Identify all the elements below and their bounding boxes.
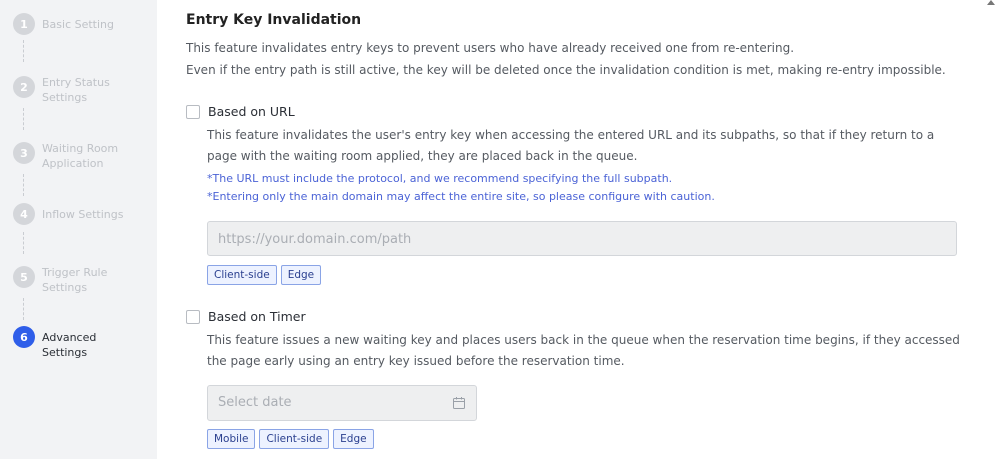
step-number: 3 bbox=[13, 142, 35, 164]
step-number: 1 bbox=[13, 13, 35, 35]
url-checkbox[interactable] bbox=[186, 104, 200, 119]
step-trigger-rule[interactable]: 5 Trigger Rule Settings bbox=[13, 265, 122, 295]
step-connector bbox=[23, 108, 24, 130]
step-number: 2 bbox=[13, 76, 35, 98]
step-label: Waiting Room Application bbox=[42, 142, 119, 170]
url-option-row[interactable]: Based on URL bbox=[186, 104, 295, 119]
step-label: Basic Setting bbox=[42, 18, 115, 31]
scroll-up-icon[interactable] bbox=[987, 0, 995, 5]
url-input[interactable]: https://your.domain.com/path bbox=[207, 221, 957, 256]
url-platform-tags: Client-side Edge bbox=[207, 265, 322, 285]
tag-client-side: Client-side bbox=[259, 429, 330, 449]
url-note: *Entering only the main domain may affec… bbox=[207, 190, 715, 203]
section-title: Entry Key Invalidation bbox=[186, 12, 362, 28]
step-connector bbox=[23, 40, 24, 62]
step-number: 5 bbox=[13, 266, 35, 288]
section-description: Even if the entry path is still active, … bbox=[186, 63, 946, 77]
section-description: This feature invalidates entry keys to p… bbox=[186, 41, 795, 55]
timer-option-row[interactable]: Based on Timer bbox=[186, 309, 306, 324]
step-label: Trigger Rule Settings bbox=[42, 266, 108, 294]
step-connector bbox=[23, 298, 24, 320]
step-advanced-settings[interactable]: 6 Advanced Settings bbox=[13, 326, 142, 360]
calendar-icon[interactable] bbox=[452, 396, 466, 410]
url-note: *The URL must include the protocol, and … bbox=[207, 172, 673, 185]
date-picker-input[interactable]: Select date bbox=[207, 385, 477, 421]
step-entry-status[interactable]: 2 Entry Status Settings bbox=[13, 75, 122, 105]
timer-checkbox[interactable] bbox=[186, 309, 200, 324]
timer-option-description: This feature issues a new waiting key an… bbox=[207, 333, 960, 368]
tag-client-side: Client-side bbox=[207, 265, 277, 285]
timer-option-label: Based on Timer bbox=[208, 309, 306, 324]
step-label: Advanced Settings bbox=[42, 331, 97, 359]
tag-edge: Edge bbox=[333, 429, 374, 449]
step-number: 6 bbox=[13, 326, 35, 348]
step-label: Entry Status Settings bbox=[42, 76, 110, 104]
step-waiting-room[interactable]: 3 Waiting Room Application bbox=[13, 141, 132, 171]
date-placeholder: Select date bbox=[218, 395, 292, 410]
step-connector bbox=[23, 232, 24, 254]
url-option-description: This feature invalidates the user's entr… bbox=[207, 128, 935, 163]
tag-edge: Edge bbox=[280, 265, 322, 285]
step-label: Inflow Settings bbox=[42, 208, 124, 221]
step-sidebar: 1 Basic Setting 2 Entry Status Settings … bbox=[0, 0, 157, 459]
timer-platform-tags: Mobile Client-side Edge bbox=[207, 429, 374, 449]
step-inflow[interactable]: 4 Inflow Settings bbox=[13, 203, 142, 225]
step-number: 4 bbox=[13, 203, 35, 225]
step-connector bbox=[23, 174, 24, 196]
tag-mobile: Mobile bbox=[207, 429, 256, 449]
url-option-label: Based on URL bbox=[208, 104, 295, 119]
step-basic-setting[interactable]: 1 Basic Setting bbox=[13, 13, 142, 35]
